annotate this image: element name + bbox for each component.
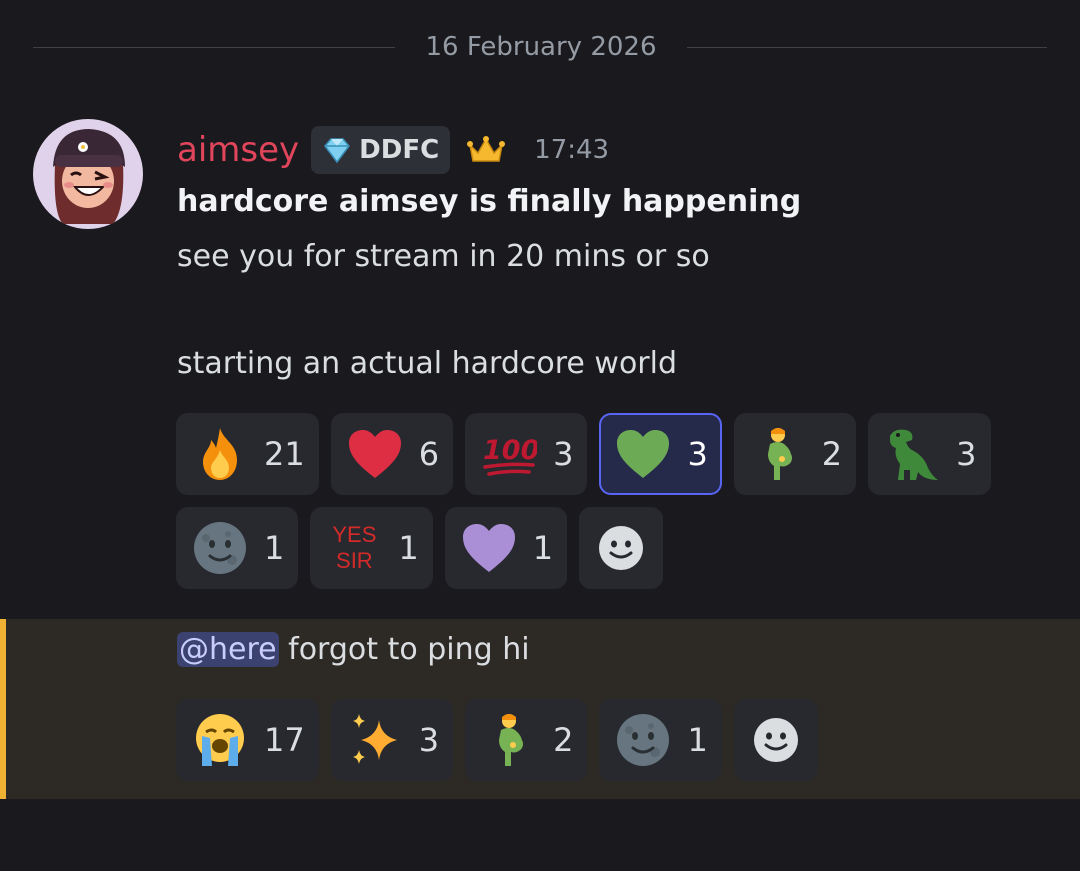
reaction-yes-sir[interactable]: YES SIR 1 bbox=[310, 507, 433, 589]
reaction-count: 1 bbox=[532, 529, 554, 567]
reaction-pregnant-man[interactable]: 2 bbox=[465, 699, 588, 781]
timestamp: 17:43 bbox=[534, 135, 610, 165]
add-reaction-button[interactable] bbox=[579, 507, 664, 589]
pregnant-man-icon bbox=[481, 712, 537, 768]
followup-text: forgot to ping hi bbox=[278, 632, 530, 667]
divider-line-right bbox=[687, 47, 1047, 48]
followup-reactions: 17 3 2 1 bbox=[176, 699, 818, 781]
reaction-count: 6 bbox=[418, 435, 440, 473]
t-rex-icon bbox=[884, 426, 940, 482]
reaction-hundred-points[interactable]: 100 3 bbox=[465, 413, 588, 495]
divider-line-left bbox=[33, 47, 395, 48]
message-line-1: hardcore aimsey is finally happening bbox=[177, 184, 802, 219]
yes-sir-bottom: SIR bbox=[336, 548, 373, 573]
reaction-purple-heart[interactable]: 1 bbox=[444, 507, 568, 589]
avatar[interactable] bbox=[33, 119, 143, 229]
message-line-3: starting an actual hardcore world bbox=[177, 346, 678, 381]
sparkles-icon bbox=[347, 712, 403, 768]
reaction-count: 21 bbox=[264, 435, 305, 473]
reactions-row-1: 21 6 100 3 3 2 3 bbox=[176, 413, 991, 495]
smiley-icon bbox=[753, 718, 798, 762]
smiley-icon bbox=[599, 526, 644, 570]
loudly-crying-face-icon bbox=[192, 712, 248, 768]
message-header: aimsey DDFC 17:43 bbox=[177, 124, 609, 176]
reaction-count: 2 bbox=[821, 435, 843, 473]
red-heart-icon bbox=[347, 426, 403, 482]
purple-heart-icon bbox=[461, 520, 517, 576]
message-line-2: see you for stream in 20 mins or so bbox=[177, 239, 710, 274]
reaction-count: 1 bbox=[264, 529, 285, 567]
mention-highlight-bar bbox=[0, 619, 6, 799]
reaction-count: 2 bbox=[553, 721, 574, 759]
yes-sir-icon: YES SIR bbox=[326, 520, 382, 576]
reactions-row-2: 1 YES SIR 1 1 bbox=[176, 507, 664, 589]
reaction-sparkles[interactable]: 3 bbox=[330, 699, 454, 781]
reaction-count: 3 bbox=[418, 721, 440, 759]
reaction-green-heart[interactable]: 3 bbox=[599, 413, 722, 495]
reaction-new-moon-face[interactable]: 1 bbox=[176, 507, 299, 589]
reaction-red-heart[interactable]: 6 bbox=[330, 413, 454, 495]
divider-date: 16 February 2026 bbox=[425, 32, 657, 62]
reaction-t-rex[interactable]: 3 bbox=[868, 413, 991, 495]
date-divider: 16 February 2026 bbox=[33, 28, 1047, 66]
reaction-fire[interactable]: 21 bbox=[176, 413, 319, 495]
new-moon-face-icon bbox=[615, 712, 671, 768]
reaction-pregnant-man[interactable]: 2 bbox=[733, 413, 857, 495]
reaction-count: 3 bbox=[687, 435, 708, 473]
reaction-count: 3 bbox=[956, 435, 977, 473]
fire-icon bbox=[192, 426, 248, 482]
svg-text:100: 100 bbox=[483, 435, 537, 466]
reaction-count: 17 bbox=[264, 721, 305, 759]
reaction-count: 1 bbox=[398, 529, 419, 567]
hundred-points-icon: 100 bbox=[481, 426, 537, 482]
crown-icon bbox=[467, 136, 506, 162]
reaction-loudly-crying-face[interactable]: 17 bbox=[176, 699, 319, 781]
server-tag-label: DDFC bbox=[359, 135, 440, 165]
reaction-count: 3 bbox=[553, 435, 574, 473]
yes-sir-top: YES bbox=[332, 522, 377, 547]
new-moon-face-icon bbox=[192, 520, 248, 576]
diamond-icon bbox=[324, 138, 351, 164]
here-mention[interactable]: @here bbox=[177, 632, 279, 667]
add-reaction-button[interactable] bbox=[733, 699, 818, 781]
reaction-count: 1 bbox=[687, 721, 708, 759]
reaction-new-moon-face[interactable]: 1 bbox=[599, 699, 722, 781]
green-heart-icon bbox=[615, 426, 671, 482]
server-tag[interactable]: DDFC bbox=[311, 126, 451, 174]
followup-message: @here forgot to ping hi bbox=[177, 632, 530, 667]
pregnant-man-icon bbox=[750, 426, 806, 482]
username[interactable]: aimsey bbox=[177, 130, 299, 170]
